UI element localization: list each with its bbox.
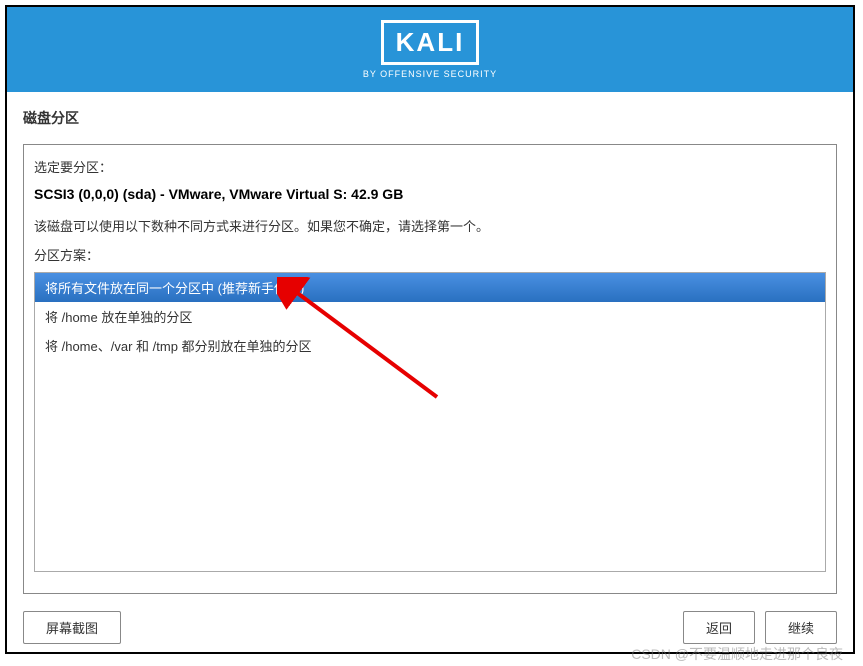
- description-text: 该磁盘可以使用以下数种不同方式来进行分区。如果您不确定，请选择第一个。: [34, 216, 826, 235]
- selected-partition-label: 选定要分区：: [34, 157, 826, 176]
- option-separate-home[interactable]: 将 /home 放在单独的分区: [35, 302, 825, 331]
- button-bar: 屏幕截图 返回 继续: [23, 611, 837, 644]
- scheme-label: 分区方案：: [34, 245, 826, 264]
- continue-button[interactable]: 继续: [765, 611, 837, 644]
- disk-info: SCSI3 (0,0,0) (sda) - VMware, VMware Vir…: [34, 186, 826, 202]
- kali-logo: KALI: [381, 20, 480, 65]
- page-title: 磁盘分区: [23, 102, 837, 134]
- content-area: 磁盘分区 选定要分区： SCSI3 (0,0,0) (sda) - VMware…: [7, 92, 853, 604]
- partition-panel: 选定要分区： SCSI3 (0,0,0) (sda) - VMware, VMw…: [23, 144, 837, 594]
- option-all-in-one[interactable]: 将所有文件放在同一个分区中 (推荐新手使用): [35, 273, 825, 302]
- installer-window: KALI BY OFFENSIVE SECURITY 磁盘分区 选定要分区： S…: [5, 5, 855, 654]
- header-banner: KALI BY OFFENSIVE SECURITY: [7, 7, 853, 92]
- screenshot-button[interactable]: 屏幕截图: [23, 611, 121, 644]
- watermark: CSDN @不要温顺地走进那个良夜: [631, 644, 843, 664]
- option-separate-home-var-tmp[interactable]: 将 /home、/var 和 /tmp 都分别放在单独的分区: [35, 331, 825, 360]
- kali-subtitle: BY OFFENSIVE SECURITY: [363, 69, 497, 79]
- partition-scheme-list: 将所有文件放在同一个分区中 (推荐新手使用) 将 /home 放在单独的分区 将…: [34, 272, 826, 572]
- button-group-right: 返回 继续: [683, 611, 837, 644]
- back-button[interactable]: 返回: [683, 611, 755, 644]
